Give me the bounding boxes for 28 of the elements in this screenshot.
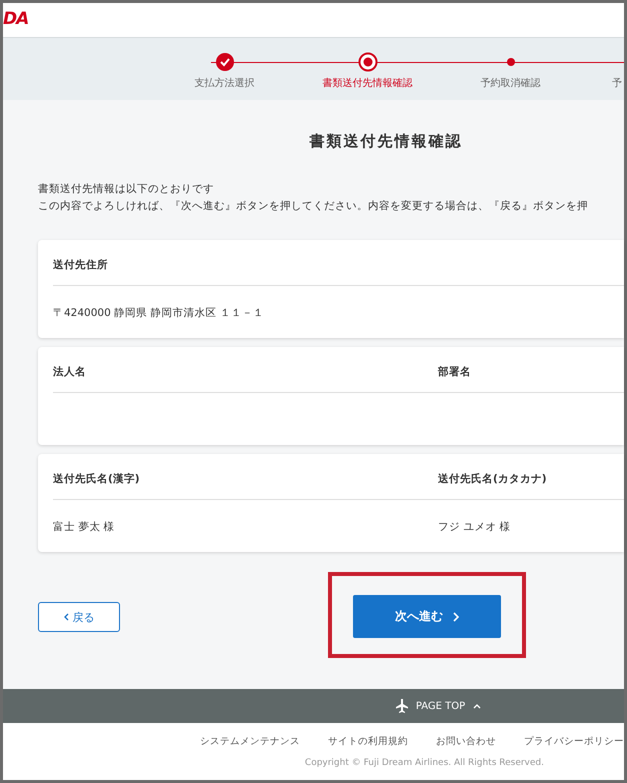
footer-link[interactable]: システムメンテナンス (200, 735, 300, 748)
field-label: 送付先住所 (53, 258, 624, 286)
step-label: 予約取消確認 (480, 76, 540, 90)
footer-link[interactable]: プライバシーポリシー (524, 735, 624, 748)
field-label: 送付先氏名(カタカナ) (438, 472, 624, 500)
step-label: 書類送付先情報確認 (322, 76, 412, 90)
airplane-icon (396, 699, 408, 713)
chevron-right-icon (453, 612, 459, 622)
back-button[interactable]: 戻る (38, 602, 120, 632)
chevron-up-icon (473, 703, 482, 709)
intro-text: 書類送付先情報は以下のとおりです (38, 182, 215, 197)
field-value: 富士 夢太 様 (53, 520, 116, 534)
field-label: 法人名 (53, 365, 438, 393)
chevron-left-icon (64, 613, 68, 621)
field-label: 送付先氏名(漢字) (53, 472, 438, 500)
logo[interactable]: DA (3, 9, 28, 29)
field-value: 〒4240000 静岡県 静岡市清水区 １１－１ (53, 306, 265, 320)
footer-link[interactable]: サイトの利用規約 (328, 735, 408, 748)
page-top-link[interactable]: PAGE TOP (416, 700, 466, 712)
intro-text: この内容でよろしければ、『次へ進む』ボタンを押してください。内容を変更する場合は、『戻る』ボタンを押 (38, 199, 589, 214)
copyright-text: Copyright © Fuji Dream Airlines. All Rights Reserved. (304, 758, 544, 768)
field-value: フジ ユメオ 様 (438, 520, 512, 534)
footer-link[interactable]: お問い合わせ (436, 735, 496, 748)
field-label: 部署名 (438, 365, 624, 393)
step-label: 予 (612, 77, 622, 90)
page-title: 書類送付先情報確認 (308, 132, 464, 151)
step-label: 支払方法選択 (194, 76, 254, 90)
next-button[interactable]: 次へ進む (353, 595, 501, 638)
